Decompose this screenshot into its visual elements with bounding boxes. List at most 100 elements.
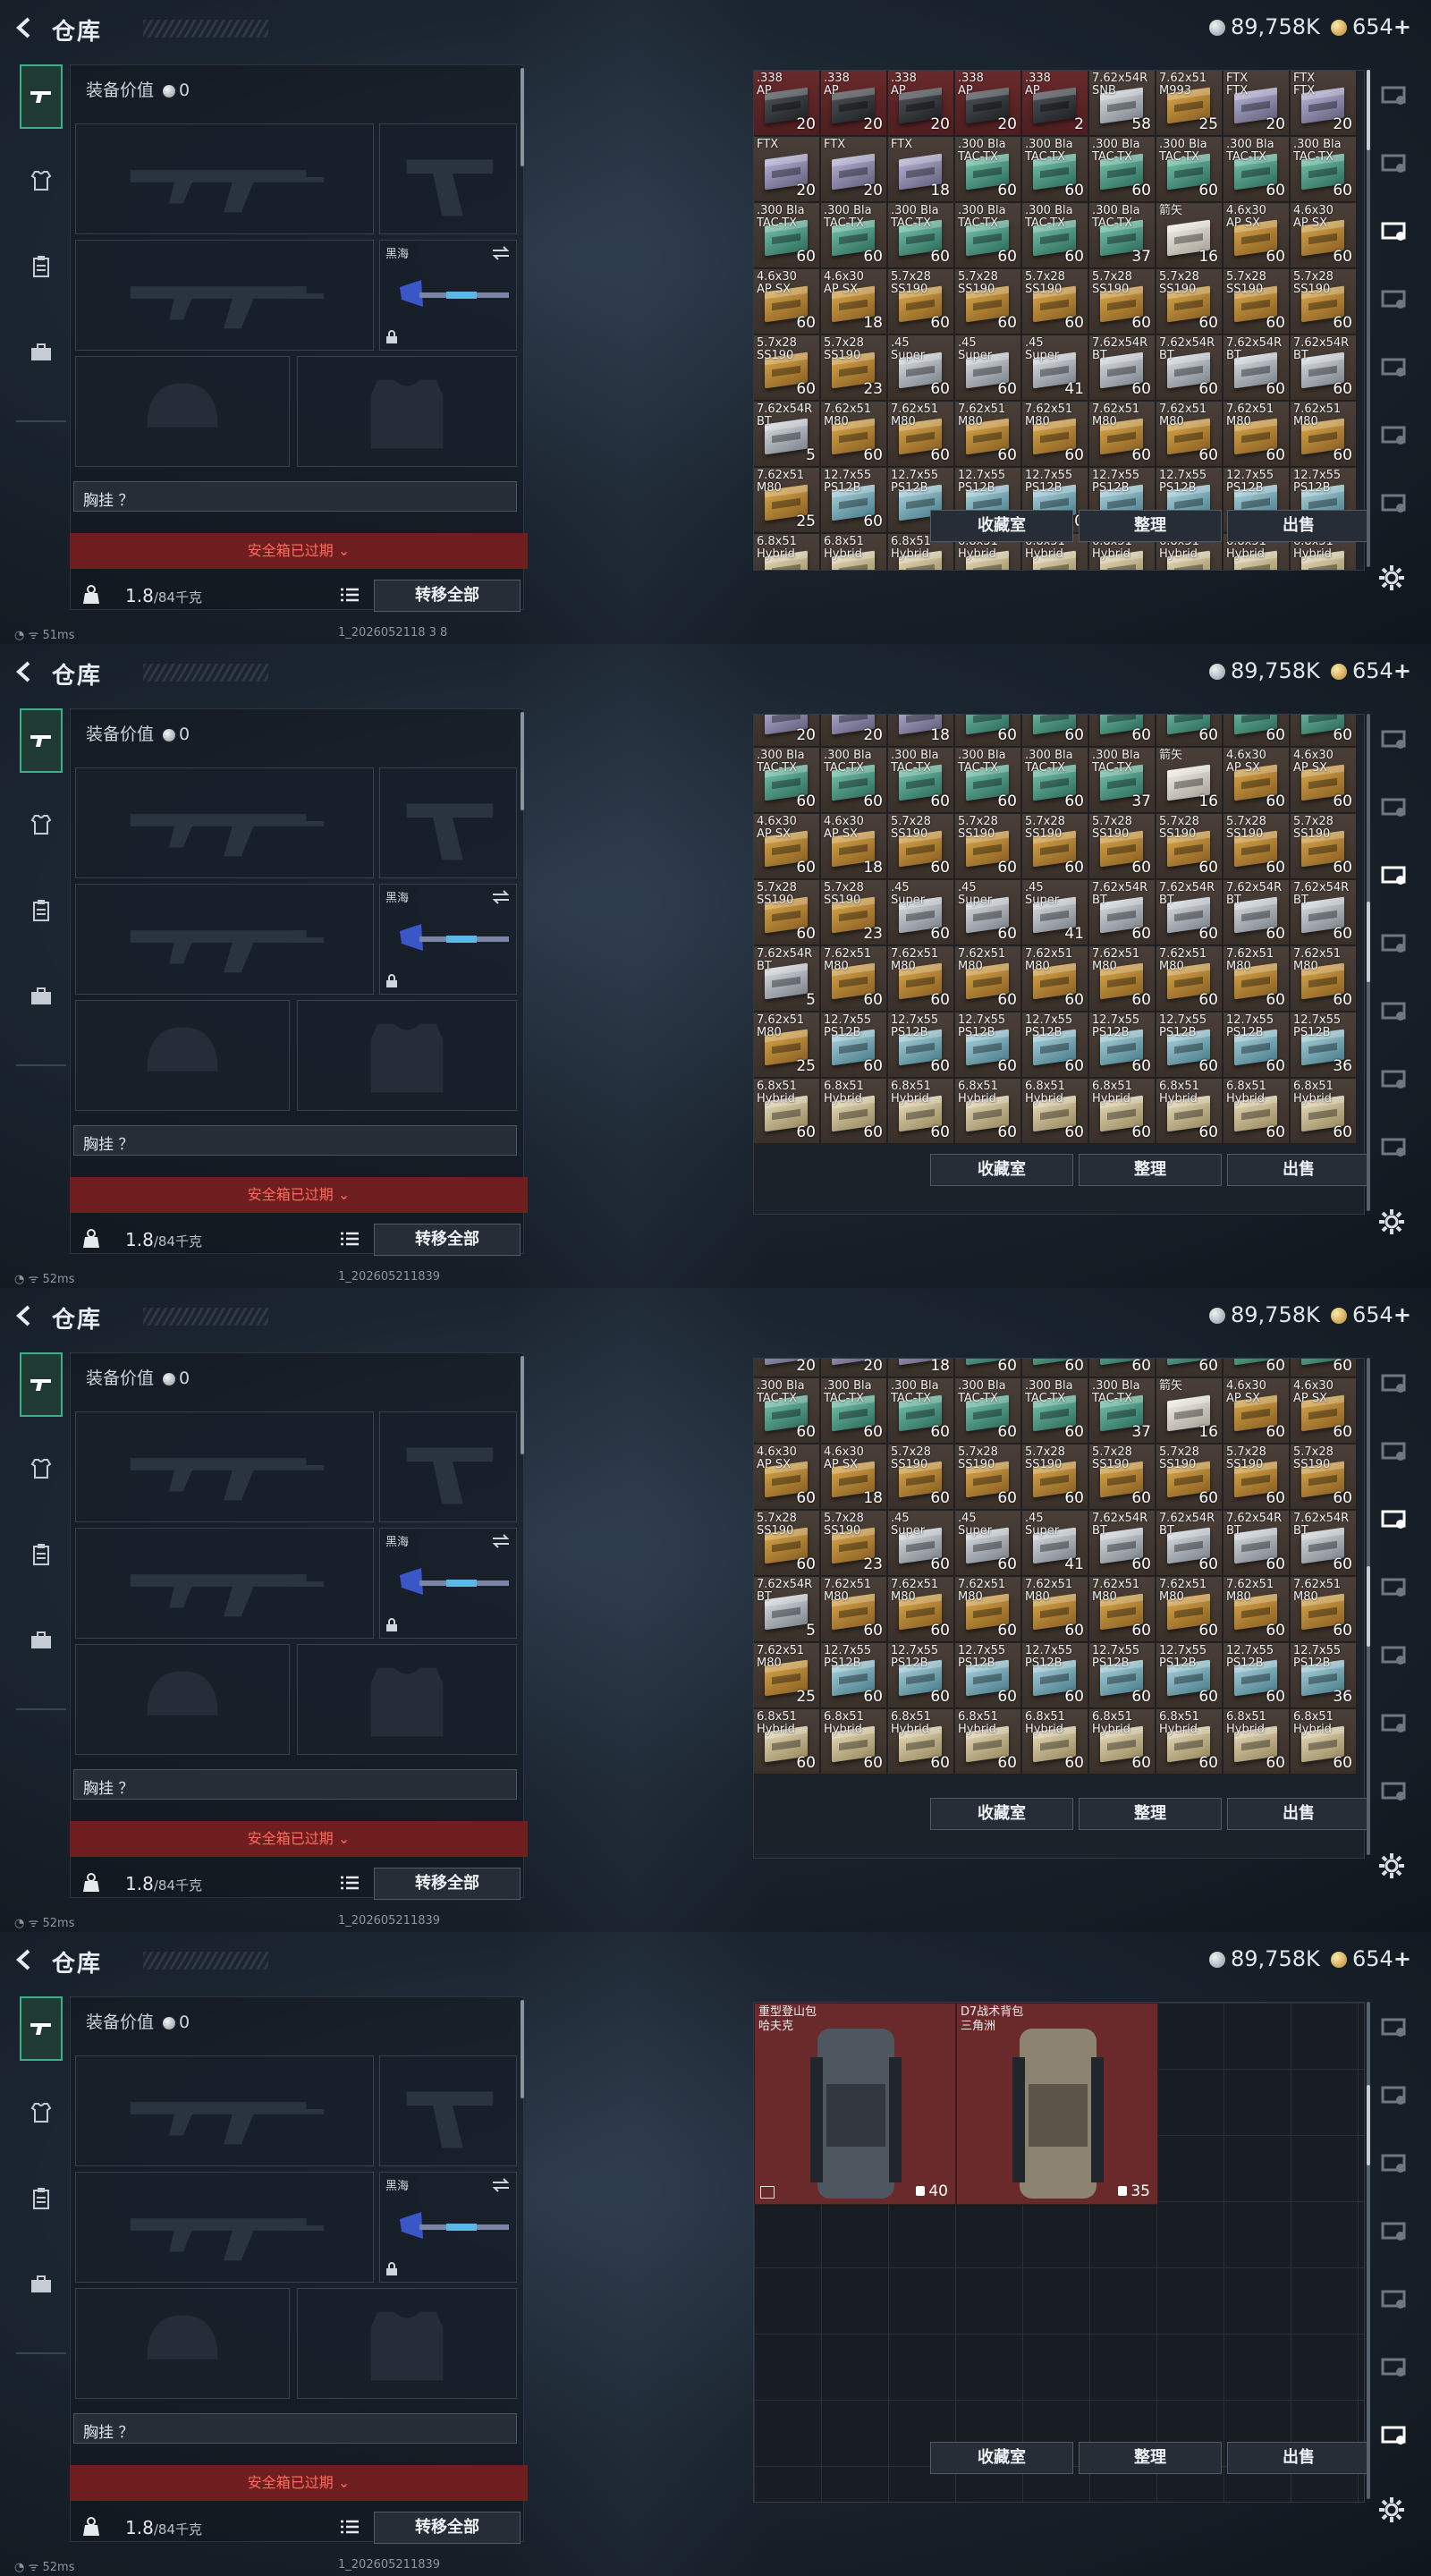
ammo-item[interactable]: 7.62x54R BT 60: [1089, 880, 1156, 945]
primary-weapon-slot[interactable]: [75, 123, 374, 234]
primary-weapon-slot[interactable]: [75, 2055, 374, 2166]
ammo-item[interactable]: .300 Bla TAC-TX60: [754, 203, 820, 268]
ammo-item[interactable]: 箭矢 16: [1156, 203, 1223, 268]
ammo-item[interactable]: 7.62x51 M80 60: [1156, 402, 1223, 467]
collection-button[interactable]: 收藏室: [930, 1798, 1073, 1830]
ammo-item[interactable]: 7.62x51 M80 60: [821, 402, 887, 467]
ammo-item[interactable]: 6.8x51 Hybrid 60: [1089, 1709, 1156, 1775]
ammo-item[interactable]: 7.62x51 M80 60: [888, 1577, 954, 1643]
add-gold-button[interactable]: +: [1393, 14, 1411, 39]
ammo-item[interactable]: .338 AP 2: [1022, 71, 1088, 136]
ammo-item[interactable]: 12.7x55 PS12B 60: [888, 1013, 954, 1078]
ammo-item[interactable]: FTX20: [754, 715, 820, 747]
safebox-expired-banner[interactable]: 安全箱已过期 ⌄: [70, 533, 528, 569]
safebox-expired-banner[interactable]: 安全箱已过期 ⌄: [70, 1177, 528, 1213]
ammo-item[interactable]: 7.62x51 M80 60: [1022, 1577, 1088, 1643]
sort-button[interactable]: 整理: [1079, 510, 1222, 542]
transfer-all-button[interactable]: 转移全部: [374, 2512, 521, 2544]
ammo-item[interactable]: FTX FTX 20: [1291, 71, 1357, 136]
tab-backpack[interactable]: [20, 979, 63, 1014]
tab-chest-rig[interactable]: [20, 1537, 63, 1572]
sell-button[interactable]: 出售: [1227, 2442, 1370, 2474]
ammo-item[interactable]: 7.62x51 M80 60: [888, 946, 954, 1012]
ammo-item[interactable]: 7.62x54R BT 5: [754, 402, 820, 467]
tab-armor[interactable]: [20, 2095, 63, 2131]
ammo-item[interactable]: 7.62x54R BT 60: [1156, 1511, 1223, 1577]
ammo-item[interactable]: FTX20: [754, 1359, 820, 1378]
transfer-all-button[interactable]: 转移全部: [374, 580, 521, 612]
transfer-all-button[interactable]: 转移全部: [374, 1868, 521, 1900]
right-tab-1[interactable]: [1377, 1368, 1411, 1399]
armor-slot[interactable]: [297, 2288, 517, 2399]
back-arrow-icon[interactable]: [13, 16, 36, 39]
scrollbar-thumb[interactable]: [1367, 1566, 1370, 1647]
ammo-item[interactable]: 7.62x51 M80 60: [955, 402, 1021, 467]
ammo-item[interactable]: .45 Super 60: [888, 1511, 954, 1577]
right-tab-3[interactable]: [1377, 860, 1411, 891]
tab-armor[interactable]: [20, 1451, 63, 1487]
ammo-item[interactable]: 7.62x54R BT 60: [1156, 880, 1223, 945]
right-tab-2[interactable]: [1377, 1436, 1411, 1467]
ammo-item[interactable]: .300 Bla TAC-TX60: [1022, 715, 1088, 747]
ammo-item[interactable]: 5.7x28 SS190 60: [1156, 269, 1223, 335]
ammo-item[interactable]: 5.7x28 SS190 60: [1022, 269, 1088, 335]
ammo-item[interactable]: 7.62x51 M80 60: [955, 946, 1021, 1012]
ammo-item[interactable]: 7.62x51 M80 60: [1291, 402, 1357, 467]
ammo-item[interactable]: 4.6x30 AP SX 60: [1291, 203, 1357, 268]
ammo-item[interactable]: .300 Bla TAC-TX60: [1156, 715, 1223, 747]
silver-currency[interactable]: 89,758K: [1209, 1946, 1320, 1971]
swap-icon[interactable]: [491, 890, 511, 904]
ammo-item[interactable]: 6.8x51 Hybrid 60: [1022, 1079, 1088, 1144]
ammo-item[interactable]: .300 Bla TAC-TX60: [1022, 1378, 1088, 1445]
ammo-item[interactable]: .45 Super 60: [955, 880, 1021, 945]
ammo-item[interactable]: 4.6x30 AP SX 60: [754, 269, 820, 335]
ammo-item[interactable]: 12.7x55 PS12B 60: [955, 1013, 1021, 1078]
melee-slot[interactable]: 黑海: [379, 2172, 517, 2283]
list-icon[interactable]: [340, 1875, 360, 1891]
ammo-item[interactable]: 7.62x51 M80 60: [1224, 946, 1290, 1012]
tab-chest-rig[interactable]: [20, 249, 63, 284]
right-tab-5[interactable]: [1377, 2284, 1411, 2315]
equipment-scrollbar[interactable]: [521, 2000, 524, 2098]
ammo-item[interactable]: FTX18: [888, 1359, 954, 1378]
pistol-slot[interactable]: [379, 1411, 517, 1522]
gold-currency[interactable]: 654+: [1331, 658, 1411, 683]
ammo-item[interactable]: .300 Bla TAC-TX60: [1291, 1359, 1357, 1378]
ammo-item[interactable]: .300 Bla TAC-TX60: [888, 748, 954, 813]
ammo-item[interactable]: 5.7x28 SS190 60: [754, 880, 820, 945]
ammo-item[interactable]: 7.62x54R BT 60: [1156, 335, 1223, 401]
tab-backpack[interactable]: [20, 1623, 63, 1658]
sell-button[interactable]: 出售: [1227, 1154, 1370, 1186]
ammo-item[interactable]: .300 Bla TAC-TX60: [1291, 137, 1357, 202]
ammo-item[interactable]: .45 Super 41: [1022, 880, 1088, 945]
ammo-item[interactable]: 5.7x28 SS190 60: [1022, 814, 1088, 879]
ammo-item[interactable]: .338 AP 20: [754, 71, 820, 136]
silver-currency[interactable]: 89,758K: [1209, 658, 1320, 683]
ammo-item[interactable]: 4.6x30 AP SX 18: [821, 1445, 887, 1511]
ammo-item[interactable]: .300 Bla TAC-TX60: [955, 1359, 1021, 1378]
ammo-item[interactable]: 箭矢 16: [1156, 748, 1223, 813]
ammo-item[interactable]: 7.62x54R BT 60: [1291, 880, 1357, 945]
ammo-item[interactable]: .300 Bla TAC-TX60: [1224, 137, 1290, 202]
ammo-item[interactable]: .300 Bla TAC-TX60: [1224, 715, 1290, 747]
ammo-item[interactable]: .300 Bla TAC-TX60: [955, 1378, 1021, 1445]
collection-button[interactable]: 收藏室: [930, 510, 1073, 542]
chest-rig-slot[interactable]: 胸挂 ？: [73, 1769, 517, 1800]
ammo-item[interactable]: .45 Super 60: [955, 1511, 1021, 1577]
ammo-item[interactable]: 12.7x55 PS12B 60: [955, 1643, 1021, 1709]
silver-currency[interactable]: 89,758K: [1209, 14, 1320, 39]
ammo-item[interactable]: 12.7x55 PS12B 36: [1291, 1643, 1357, 1709]
ammo-item[interactable]: 6.8x51 Hybrid 60: [955, 1079, 1021, 1144]
ammo-item[interactable]: 5.7x28 SS190 60: [1156, 1445, 1223, 1511]
ammo-item[interactable]: 4.6x30 AP SX 60: [754, 814, 820, 879]
tab-chest-rig[interactable]: [20, 2181, 63, 2216]
ammo-item[interactable]: 7.62x54R BT 60: [1291, 335, 1357, 401]
ammo-item[interactable]: 6.8x51 Hybrid 60: [821, 1079, 887, 1144]
ammo-item[interactable]: .300 Bla TAC-TX60: [754, 1378, 820, 1445]
ammo-item[interactable]: 7.62x54R BT 5: [754, 946, 820, 1012]
ammo-item[interactable]: .300 Bla TAC-TX60: [1089, 1359, 1156, 1378]
ammo-item[interactable]: 5.7x28 SS190 60: [1022, 1445, 1088, 1511]
silver-currency[interactable]: 89,758K: [1209, 1302, 1320, 1327]
right-tab-5[interactable]: [1377, 352, 1411, 383]
ammo-item[interactable]: .300 Bla TAC-TX60: [888, 203, 954, 268]
